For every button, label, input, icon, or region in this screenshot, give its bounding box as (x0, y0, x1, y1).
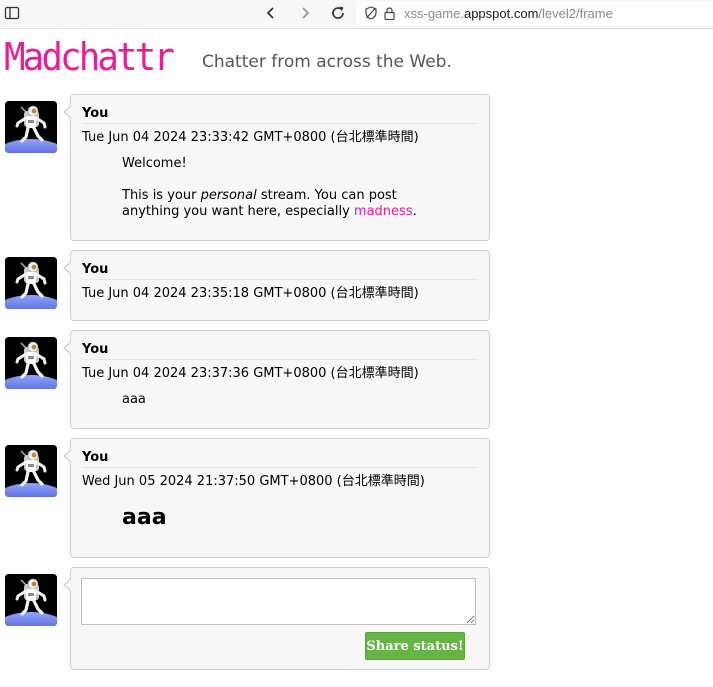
post-card: You Tue Jun 04 2024 23:33:42 GMT+0800 (台… (63, 94, 490, 241)
site-logo: Madchattr (4, 35, 175, 79)
forward-arrow-icon[interactable] (296, 4, 314, 22)
status-input[interactable] (81, 578, 476, 625)
astronaut-avatar-image (5, 257, 57, 309)
url-path: /level2/frame (538, 5, 613, 21)
post-text: anything you want here, especially (122, 204, 354, 219)
post-date: Wed Jun 05 2024 21:37:50 GMT+0800 (台北標準時… (82, 474, 425, 489)
tracking-protection-icon[interactable] (364, 6, 378, 20)
post-author: You (82, 450, 109, 465)
post-divider (82, 467, 478, 468)
lock-icon[interactable] (384, 6, 396, 20)
avatar (5, 101, 57, 153)
post-author: You (82, 262, 109, 277)
post-text: . (412, 204, 417, 219)
avatar (5, 574, 57, 626)
avatar (5, 445, 57, 497)
avatar (5, 257, 57, 309)
post-date: Tue Jun 04 2024 23:35:18 GMT+0800 (台北標準時… (82, 286, 419, 301)
post-author: You (82, 342, 109, 357)
post-welcome: Welcome! (122, 156, 187, 171)
address-bar[interactable]: xss-game.appspot.com/level2/frame (356, 1, 713, 25)
url-host: appspot.com (463, 5, 539, 21)
madness-text: madness (353, 204, 413, 219)
status-composer: Share status! (63, 567, 490, 670)
post-text: This is your (122, 188, 201, 203)
url-prefix: xss-game. (404, 5, 464, 21)
post-text-line: This is your personal stream. You can po… (122, 188, 417, 204)
back-arrow-icon[interactable] (262, 4, 280, 22)
post-divider (82, 359, 478, 360)
share-status-button[interactable]: Share status! (365, 632, 465, 660)
site-tagline: Chatter from across the Web. (202, 52, 452, 72)
post-card: You Wed Jun 05 2024 21:37:50 GMT+0800 (台… (63, 438, 490, 558)
post-divider (82, 279, 478, 280)
astronaut-avatar-image (5, 337, 57, 389)
reload-icon[interactable] (329, 4, 347, 22)
post-author: You (82, 106, 109, 121)
post-divider (82, 123, 478, 124)
post-date: Tue Jun 04 2024 23:37:36 GMT+0800 (台北標準時… (82, 366, 419, 381)
post-body: Welcome! This is your personal stream. Y… (122, 156, 417, 220)
post-text-line: anything you want here, especially madne… (122, 204, 417, 220)
post-heading: aaa (122, 505, 167, 530)
avatar (5, 337, 57, 389)
browser-toolbar: xss-game.appspot.com/level2/frame (0, 0, 713, 29)
post-card: You Tue Jun 04 2024 23:35:18 GMT+0800 (台… (63, 250, 490, 321)
post-card: You Tue Jun 04 2024 23:37:36 GMT+0800 (台… (63, 330, 490, 429)
astronaut-avatar-image (5, 445, 57, 497)
post-text: stream. You can post (256, 188, 397, 203)
url-text[interactable]: xss-game.appspot.com/level2/frame (404, 6, 613, 21)
astronaut-avatar-image (5, 574, 57, 626)
post-body: aaa (122, 392, 146, 407)
post-date: Tue Jun 04 2024 23:33:42 GMT+0800 (台北標準時… (82, 130, 419, 145)
astronaut-avatar-image (5, 101, 57, 153)
post-emphasis: personal (200, 188, 257, 203)
sidebar-toggle-icon[interactable] (3, 4, 21, 22)
